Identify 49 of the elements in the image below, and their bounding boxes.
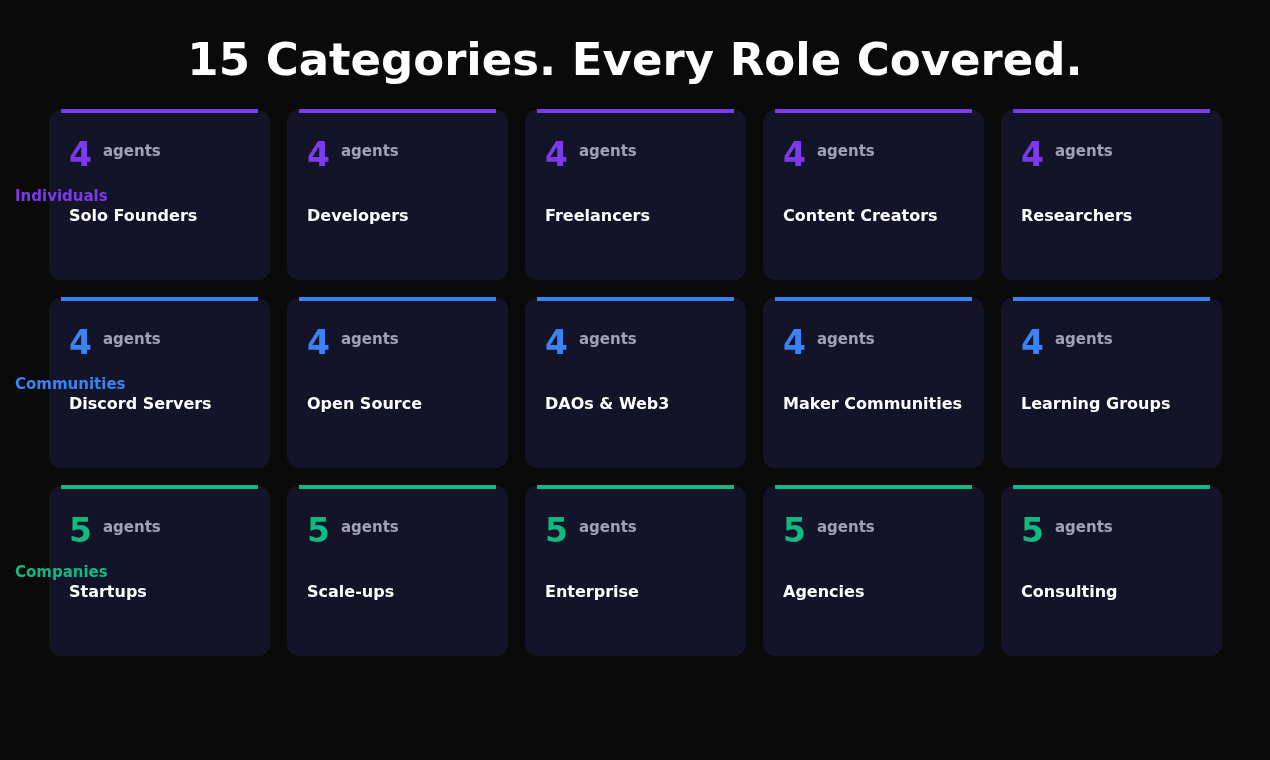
category-name: Agencies	[783, 581, 866, 603]
group-label: Communities	[15, 374, 126, 395]
category-name: Content Creators	[783, 205, 939, 227]
count-unit: agents	[578, 329, 637, 350]
count-unit: agents	[578, 141, 637, 162]
count-unit: agents	[340, 141, 399, 162]
category-name: Scale-ups	[307, 581, 396, 603]
count-unit: agents	[340, 329, 399, 350]
agent-count: 4	[545, 138, 568, 171]
group-label: Companies	[15, 562, 108, 583]
count-unit: agents	[102, 329, 161, 350]
category-name: Open Source	[307, 393, 423, 415]
agent-count: 5	[545, 514, 568, 547]
group-label: Individuals	[15, 186, 108, 207]
agent-count: 5	[69, 514, 92, 547]
agent-count: 4	[783, 138, 806, 171]
category-name: Enterprise	[545, 581, 640, 603]
category-name: Consulting	[1021, 581, 1119, 603]
agent-count: 5	[783, 514, 806, 547]
agent-count: 4	[545, 326, 568, 359]
count-unit: agents	[816, 329, 875, 350]
category-name: Freelancers	[545, 205, 651, 227]
agent-count: 4	[307, 326, 330, 359]
count-unit: agents	[1054, 141, 1113, 162]
page-title: 15 Categories. Every Role Covered.	[186, 32, 1084, 88]
category-name: Startups	[69, 581, 148, 603]
count-unit: agents	[816, 517, 875, 538]
agent-count: 4	[1021, 138, 1044, 171]
category-name: Learning Groups	[1021, 393, 1172, 415]
count-unit: agents	[578, 517, 637, 538]
category-name: Maker Communities	[783, 393, 964, 415]
count-unit: agents	[340, 517, 399, 538]
category-name: DAOs & Web3	[545, 393, 671, 415]
count-unit: agents	[102, 141, 161, 162]
category-name: Discord Servers	[69, 393, 213, 415]
count-unit: agents	[816, 141, 875, 162]
agent-count: 5	[1021, 514, 1044, 547]
category-name: Developers	[307, 205, 410, 227]
agent-count: 4	[1021, 326, 1044, 359]
agent-count: 4	[783, 326, 806, 359]
count-unit: agents	[102, 517, 161, 538]
count-unit: agents	[1054, 517, 1113, 538]
agent-count: 5	[307, 514, 330, 547]
agent-count: 4	[307, 138, 330, 171]
category-name: Solo Founders	[69, 205, 199, 227]
count-unit: agents	[1054, 329, 1113, 350]
agent-count: 4	[69, 138, 92, 171]
category-name: Researchers	[1021, 205, 1134, 227]
agent-count: 4	[69, 326, 92, 359]
